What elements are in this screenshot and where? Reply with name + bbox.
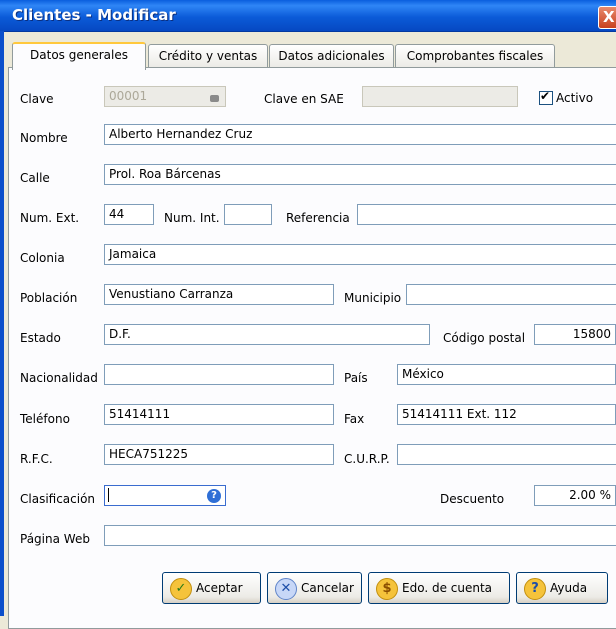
nacionalidad-label: Nacionalidad bbox=[20, 371, 98, 385]
activo-label: Activo bbox=[556, 91, 594, 105]
num-ext-field[interactable]: 44 bbox=[104, 204, 154, 225]
tab-credito-ventas[interactable]: Crédito y ventas bbox=[148, 44, 268, 67]
tab-label: Datos adicionales bbox=[278, 49, 385, 63]
referencia-field[interactable] bbox=[357, 204, 616, 225]
window: Clientes - Modificar X Datos generales C… bbox=[0, 0, 616, 629]
pais-field[interactable]: México bbox=[397, 364, 616, 385]
clave-label: Clave bbox=[20, 92, 54, 106]
colonia-label: Colonia bbox=[20, 251, 65, 265]
poblacion-label: Población bbox=[20, 291, 78, 305]
codigo-postal-field[interactable]: 15800 bbox=[534, 324, 616, 345]
dollar-icon: $ bbox=[376, 578, 398, 600]
curp-field[interactable] bbox=[397, 444, 616, 465]
close-icon: X bbox=[603, 8, 615, 26]
estado-field[interactable]: D.F. bbox=[104, 324, 430, 345]
cancel-icon: ✕ bbox=[275, 578, 297, 600]
checkmark-icon: ✔ bbox=[540, 89, 551, 103]
tab-datos-adicionales[interactable]: Datos adicionales bbox=[269, 44, 394, 67]
help-lookup-icon[interactable]: ? bbox=[207, 489, 221, 503]
tab-label: Comprobantes fiscales bbox=[406, 49, 544, 63]
referencia-label: Referencia bbox=[286, 211, 350, 225]
pagina-web-label: Página Web bbox=[20, 532, 90, 546]
fax-label: Fax bbox=[344, 412, 365, 426]
window-title: Clientes - Modificar bbox=[12, 6, 176, 24]
edo-cuenta-button[interactable]: $ Edo. de cuenta bbox=[368, 572, 510, 604]
edo-cuenta-label: Edo. de cuenta bbox=[402, 581, 493, 595]
nacionalidad-field[interactable] bbox=[104, 364, 334, 385]
descuento-field[interactable]: 2.00 % bbox=[534, 485, 616, 506]
telefono-field[interactable]: 51414111 bbox=[104, 404, 334, 425]
municipio-field[interactable] bbox=[406, 284, 616, 305]
cancelar-button[interactable]: ✕ Cancelar bbox=[267, 572, 362, 604]
pais-label: País bbox=[344, 371, 368, 385]
clave-sae-label: Clave en SAE bbox=[264, 92, 344, 106]
pagina-web-field[interactable] bbox=[104, 525, 616, 546]
tab-label: Datos generales bbox=[30, 48, 128, 62]
codigo-postal-label: Código postal bbox=[443, 331, 526, 345]
ayuda-label: Ayuda bbox=[550, 581, 588, 595]
clave-field: 00001 bbox=[104, 86, 226, 107]
telefono-label: Teléfono bbox=[20, 412, 70, 426]
window-border bbox=[0, 31, 4, 616]
poblacion-field[interactable]: Venustiano Carranza bbox=[104, 284, 334, 305]
num-ext-label: Num. Ext. bbox=[20, 211, 80, 225]
rfc-label: R.F.C. bbox=[20, 452, 53, 466]
help-icon: ? bbox=[524, 578, 546, 600]
clave-sae-field bbox=[362, 86, 518, 107]
check-icon: ✓ bbox=[170, 578, 192, 600]
title-bar[interactable]: Clientes - Modificar X bbox=[0, 0, 616, 32]
aceptar-label: Aceptar bbox=[196, 581, 243, 595]
num-int-label: Num. Int. bbox=[164, 211, 220, 225]
num-int-field[interactable] bbox=[224, 204, 272, 225]
estado-label: Estado bbox=[20, 331, 61, 345]
activo-checkbox[interactable]: ✔ bbox=[539, 89, 553, 105]
lock-icon bbox=[210, 95, 219, 102]
text-cursor bbox=[108, 488, 109, 502]
clasificacion-label: Clasificación bbox=[20, 492, 96, 506]
tab-datos-generales[interactable]: Datos generales bbox=[12, 42, 146, 70]
curp-label: C.U.R.P. bbox=[344, 452, 390, 466]
rfc-field[interactable]: HECA751225 bbox=[104, 444, 334, 465]
cancelar-label: Cancelar bbox=[301, 581, 354, 595]
aceptar-button[interactable]: ✓ Aceptar bbox=[162, 572, 261, 604]
nombre-label: Nombre bbox=[20, 131, 68, 145]
tab-comprobantes-fiscales[interactable]: Comprobantes fiscales bbox=[395, 44, 555, 67]
colonia-field[interactable]: Jamaica bbox=[104, 244, 616, 265]
municipio-label: Municipio bbox=[344, 291, 402, 305]
nombre-field[interactable]: Alberto Hernandez Cruz bbox=[104, 124, 616, 145]
close-button[interactable]: X bbox=[598, 6, 616, 29]
tab-label: Crédito y ventas bbox=[158, 49, 258, 63]
calle-label: Calle bbox=[20, 171, 50, 185]
descuento-label: Descuento bbox=[440, 492, 505, 506]
ayuda-button[interactable]: ? Ayuda bbox=[516, 572, 608, 604]
calle-field[interactable]: Prol. Roa Bárcenas bbox=[104, 164, 616, 185]
fax-field[interactable]: 51414111 Ext. 112 bbox=[397, 404, 616, 425]
